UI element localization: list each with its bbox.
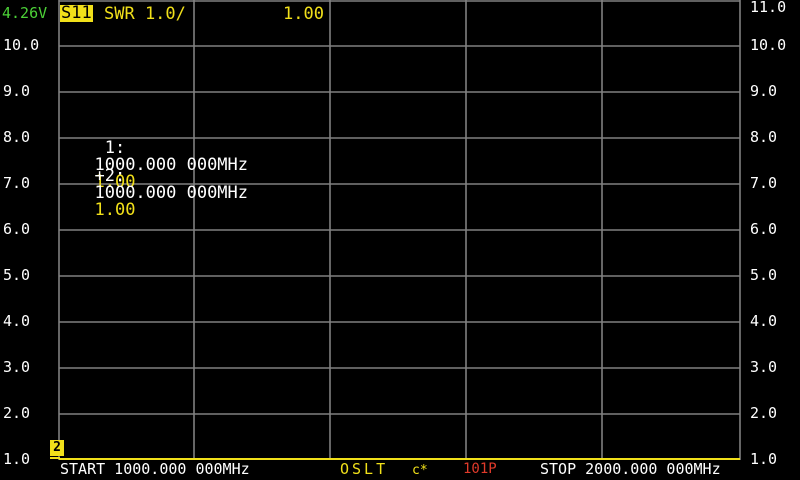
trace-channel-badge[interactable]: S11	[60, 5, 93, 22]
y-tick-label: 9.0	[3, 82, 31, 100]
y-tick-label: 10.0	[3, 36, 40, 54]
y-tick-label: 5.0	[750, 266, 778, 284]
start-frequency[interactable]: START 1000.000 000MHz	[60, 462, 250, 477]
y-tick-label: 7.0	[750, 174, 778, 192]
y-tick-label: 8.0	[750, 128, 778, 146]
y-tick-label: 11.0	[750, 0, 787, 16]
marker-value: 1.00	[94, 200, 136, 220]
y-tick-label: 1.0	[3, 450, 31, 468]
calibration-flag: c*	[412, 463, 428, 478]
y-tick-label: 3.0	[3, 358, 31, 376]
y-tick-label: 3.0	[750, 358, 778, 376]
calibration-status: OSLT	[340, 460, 389, 478]
marker-flag-icon[interactable]: 2	[50, 440, 64, 456]
y-tick-label: 5.0	[3, 266, 31, 284]
battery-voltage: 4.26V	[2, 4, 48, 22]
trace-value: 1.00	[283, 4, 324, 24]
y-tick-label: 7.0	[3, 174, 31, 192]
y-tick-label: 10.0	[750, 36, 787, 54]
trace-format-label: SWR 1.0/	[104, 4, 186, 24]
stop-frequency[interactable]: STOP 2000.000 000MHz	[540, 462, 721, 477]
plot-grid	[58, 0, 741, 460]
y-tick-label: 1.0	[750, 450, 778, 468]
y-tick-label: 4.0	[750, 312, 778, 330]
marker-flag-stem	[50, 457, 60, 459]
y-tick-label: 8.0	[3, 128, 31, 146]
grid-lines	[58, 0, 741, 460]
y-tick-label: 4.0	[3, 312, 31, 330]
sweep-points: 101P	[463, 461, 497, 477]
marker-readout-2[interactable]: +2: 1000.000 000MHz 1.00	[74, 151, 248, 219]
y-tick-label: 6.0	[750, 220, 778, 238]
y-tick-label: 2.0	[750, 404, 778, 422]
y-tick-label: 2.0	[3, 404, 31, 422]
y-tick-label: 9.0	[750, 82, 778, 100]
y-tick-label: 6.0	[3, 220, 31, 238]
